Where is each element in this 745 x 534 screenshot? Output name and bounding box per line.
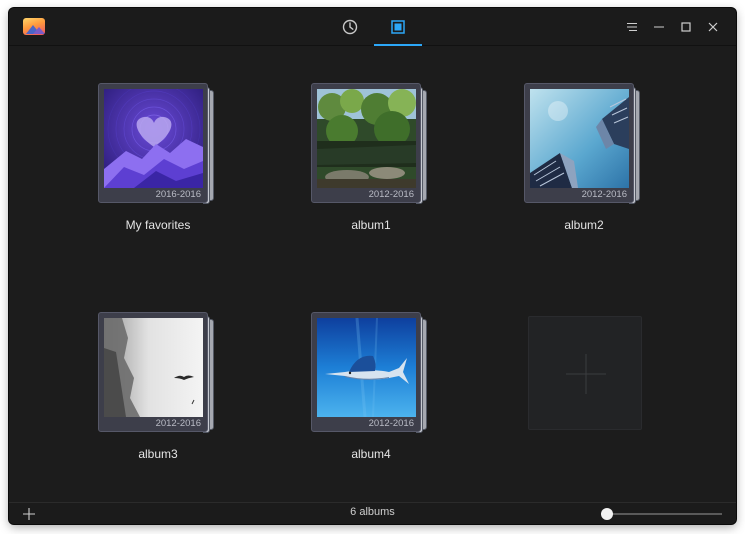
maximize-icon: [681, 22, 691, 32]
maximize-button[interactable]: [675, 16, 697, 38]
album-grid: 2016-2016 My favorites 2012-2016 album1 …: [9, 47, 736, 502]
album-name[interactable]: album3: [98, 447, 218, 461]
tab-timeline[interactable]: [326, 8, 374, 46]
album-thumbnail: [317, 318, 416, 417]
titlebar: [9, 8, 736, 46]
minimize-button[interactable]: [648, 16, 670, 38]
minimize-icon: [654, 26, 664, 28]
album-date: 2012-2016: [368, 189, 414, 200]
new-album-placeholder[interactable]: [528, 316, 642, 430]
album-date: 2012-2016: [368, 418, 414, 429]
album-name[interactable]: album4: [311, 447, 431, 461]
album-count: 6 albums: [350, 506, 395, 518]
menu-button[interactable]: [621, 16, 643, 38]
zoom-slider-track[interactable]: [607, 513, 722, 515]
clock-icon: [342, 19, 358, 35]
active-tab-indicator: [374, 44, 422, 46]
zoom-slider-handle[interactable]: [601, 508, 613, 520]
album-cover[interactable]: 2012-2016: [98, 312, 248, 437]
album-thumbnail: [530, 89, 629, 188]
album-item: 2012-2016 album2: [524, 83, 674, 253]
app-logo: [23, 18, 45, 35]
statusbar: 6 albums: [9, 502, 736, 524]
album-cover[interactable]: 2012-2016: [311, 83, 461, 208]
album-icon: [391, 20, 405, 34]
menu-icon: [627, 22, 637, 32]
album-date: 2012-2016: [581, 189, 627, 200]
album-cover[interactable]: 2012-2016: [311, 312, 461, 437]
album-name[interactable]: album2: [524, 218, 644, 232]
album-name[interactable]: My favorites: [98, 218, 218, 232]
close-button[interactable]: [702, 16, 724, 38]
album-cover[interactable]: 2016-2016: [98, 83, 248, 208]
album-thumbnail: [104, 89, 203, 188]
album-cover[interactable]: 2012-2016: [524, 83, 674, 208]
album-name[interactable]: album1: [311, 218, 431, 232]
album-item: 2012-2016 album1: [311, 83, 461, 253]
album-thumbnail: [104, 318, 203, 417]
album-date: 2012-2016: [155, 418, 201, 429]
album-item: 2012-2016 album4: [311, 312, 461, 482]
tab-albums[interactable]: [374, 8, 422, 46]
album-item: 2012-2016 album3: [98, 312, 248, 482]
album-window: 2016-2016 My favorites 2012-2016 album1 …: [9, 8, 736, 524]
close-icon: [708, 22, 718, 32]
album-item: 2016-2016 My favorites: [98, 83, 248, 253]
plus-icon: [566, 354, 606, 394]
album-date: 2016-2016: [155, 189, 201, 200]
album-thumbnail: [317, 89, 416, 188]
